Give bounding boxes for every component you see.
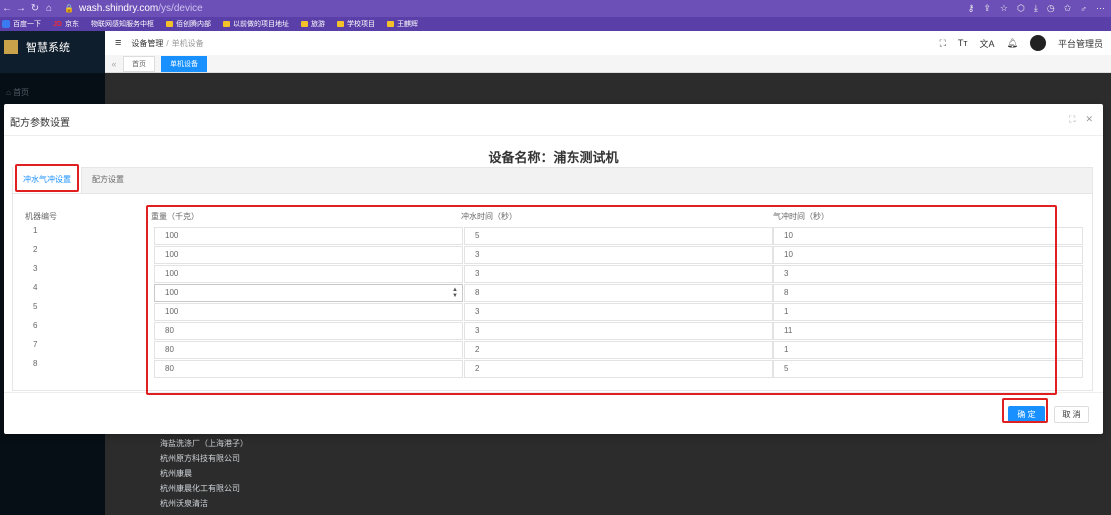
share-icon[interactable]: ⇪ [983,3,991,14]
app-tabbar: « 首页 单机设备 [105,55,1111,73]
dialog-title: 配方参数设置 [10,118,70,129]
font-size-icon[interactable]: Tт [958,38,968,48]
key-icon[interactable]: ⚷ [968,3,975,14]
history-icon[interactable]: ◷ [1047,3,1055,14]
bookmark-folder-projects[interactable]: 以前做的项目地址 [222,19,289,29]
bookmark-folder-internal[interactable]: 佰创腾内部 [165,19,211,29]
device-name-prefix: 设备名称： [488,150,554,165]
bookmark-iot[interactable]: 物联网感知服务中枢 [91,19,154,29]
system-title: 智慧系统 [26,42,70,54]
extensions-icon[interactable]: ⬡ [1017,3,1025,14]
settings-tabs: 冲水气冲设置 配方设置 [13,167,1092,194]
machine-no: 7 [33,340,38,349]
bookmark-baidu[interactable]: 百度一下 [2,19,41,29]
bell-icon[interactable]: 🔔︎ [1007,38,1018,49]
list-item: 海盐洗涤厂（上海港子） [160,439,248,448]
close-icon[interactable]: ✕ [1085,114,1093,125]
cancel-button[interactable]: 取 消 [1054,406,1089,423]
machine-no: 1 [33,226,38,235]
bookmark-folder-school[interactable]: 学校项目 [336,19,375,29]
browser-toolbar: ← → ↻ ⌂ 🔒 wash.shindry.com /ys/device ⚷ … [0,0,1111,17]
dialog-header: 配方参数设置 ⛶ ✕ [4,104,1103,136]
url-host: wash.shindry.com [78,3,159,14]
bookmarks-bar: 百度一下 JD 京东 物联网感知服务中枢 佰创腾内部 以前做的项目地址 旅游 学校… [0,17,1111,31]
lock-icon: 🔒 [64,4,74,13]
tab-scroll-left-icon[interactable]: « [105,59,123,69]
tab-recipe-settings[interactable]: 配方设置 [82,167,134,193]
back-icon[interactable]: ← [0,3,14,14]
address-bar[interactable]: 🔒 wash.shindry.com /ys/device [64,3,203,14]
machine-no-header: 机器编号 [25,212,57,221]
maximize-icon[interactable]: ⛶ [1069,114,1075,125]
breadcrumb-current: 单机设备 [171,38,204,48]
favorites-icon[interactable]: ✩ [1064,3,1072,14]
app-topbar: ≡ 设备管理 / 单机设备 ⛶ Tт 文A 🔔︎ 平台管理员 [105,31,1111,55]
breadcrumb-parent[interactable]: 设备管理 [131,39,163,48]
machine-no: 8 [33,359,38,368]
machine-no: 6 [33,321,38,330]
device-name-title: 设备名称：浦东测试机 [4,147,1103,166]
browser-actions: ⚷ ⇪ ☆ ⬡ ⤓ ◷ ✩ ♂ ⋯ [968,0,1105,17]
avatar[interactable] [1029,35,1046,51]
dialog-header-actions: ⛶ ✕ [1069,114,1093,125]
folder-icon [336,21,344,27]
download-icon[interactable]: ⤓ [1034,3,1038,14]
highlight-tab-annotation [15,164,79,192]
baidu-icon [2,20,10,28]
forward-icon[interactable]: → [14,3,28,14]
reload-icon[interactable]: ↻ [28,3,42,14]
highlight-table-annotation [146,205,1057,395]
tab-single-device[interactable]: 单机设备 [161,55,207,72]
machine-no: 2 [33,245,38,254]
folder-icon [222,21,230,27]
machine-no: 4 [33,283,38,292]
jd-icon: JD [53,20,62,28]
folder-icon [165,21,173,27]
highlight-confirm-annotation [1002,398,1048,423]
home-icon[interactable]: ⌂ [42,3,56,14]
machine-no: 5 [33,302,38,311]
tab-home[interactable]: 首页 [123,55,155,72]
translate-icon[interactable]: 文A [980,37,995,50]
logo-icon [4,40,18,54]
breadcrumb: 设备管理 / 单机设备 [131,38,204,48]
list-item: 杭州康晨化工有限公司 [160,484,240,493]
profile-icon[interactable]: ♂ [1080,4,1087,14]
bookmark-folder-travel[interactable]: 旅游 [300,19,325,29]
topbar-actions: ⛶ Tт 文A 🔔︎ 平台管理员 [940,31,1103,55]
user-name[interactable]: 平台管理员 [1058,37,1103,50]
dialog-footer: 确 定 取 消 [4,392,1103,434]
menu-toggle-icon[interactable]: ≡ [115,37,121,49]
folder-icon [386,21,394,27]
machine-no: 3 [33,264,38,273]
list-item: 杭州康晨 [160,469,192,478]
folder-icon [300,21,308,27]
list-item: 杭州原方科技有限公司 [160,454,240,463]
fullscreen-icon[interactable]: ⛶ [940,38,946,49]
bookmark-jd[interactable]: JD 京东 [53,19,79,29]
url-path: /ys/device [158,3,203,14]
list-item: 杭州沃泉清洁 [160,499,208,508]
star-icon[interactable]: ☆ [1000,3,1008,14]
app-logo: 智慧系统 [4,39,70,55]
device-name: 浦东测试机 [553,150,619,165]
background-company-list: 海盐洗涤厂（上海港子） 杭州原方科技有限公司 杭州康晨 杭州康晨化工有限公司 杭… [160,436,248,511]
bookmark-folder-wang[interactable]: 王麒辉 [386,19,418,29]
menu-icon[interactable]: ⋯ [1096,3,1105,14]
